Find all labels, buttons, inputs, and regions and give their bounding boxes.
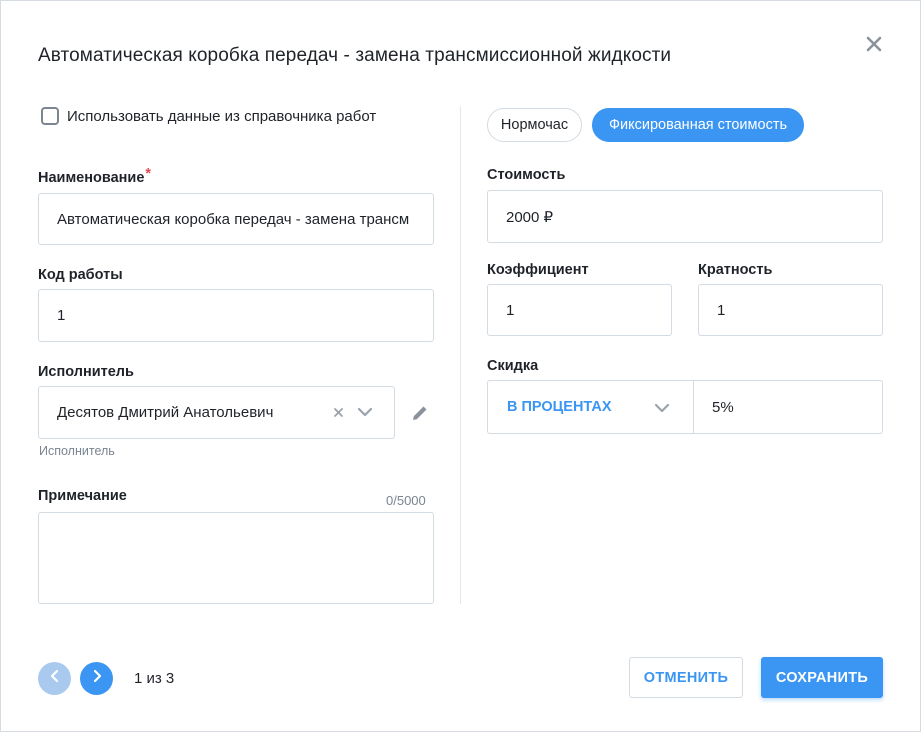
save-button[interactable]: СОХРАНИТЬ — [761, 657, 883, 698]
name-label-text: Наименование — [38, 170, 145, 186]
use-directory-checkbox[interactable] — [41, 107, 59, 125]
executor-label: Исполнитель — [38, 364, 134, 380]
discount-value-input[interactable]: 5% — [693, 380, 883, 434]
required-mark: * — [145, 166, 152, 182]
chevron-left-icon — [48, 668, 62, 689]
cost-input[interactable]: 2000 ₽ — [487, 190, 883, 243]
cancel-button[interactable]: ОТМЕНИТЬ — [629, 657, 743, 698]
coefficient-label: Коэффициент — [487, 262, 589, 278]
next-button[interactable] — [80, 662, 113, 695]
multiplicity-label: Кратность — [698, 262, 773, 278]
work-code-input[interactable]: 1 — [38, 289, 434, 342]
chevron-down-icon — [654, 401, 670, 415]
prev-button[interactable] — [38, 662, 71, 695]
cost-value: 2000 ₽ — [506, 208, 554, 226]
discount-type-value: В ПРОЦЕНТАХ — [507, 399, 612, 415]
note-label: Примечание — [38, 488, 127, 504]
name-label: Наименование* — [38, 166, 151, 186]
discount-value: 5% — [712, 398, 734, 416]
executor-hint: Исполнитель — [39, 444, 115, 458]
discount-type-select[interactable]: В ПРОЦЕНТАХ — [487, 380, 694, 434]
pagination-text: 1 из 3 — [134, 670, 175, 687]
work-code-value: 1 — [57, 307, 66, 324]
coefficient-input[interactable]: 1 — [487, 284, 672, 336]
multiplicity-value: 1 — [717, 301, 726, 319]
chevron-right-icon — [90, 668, 104, 689]
use-directory-checkbox-row[interactable]: Использовать данные из справочника работ — [41, 107, 376, 125]
note-textarea[interactable] — [38, 512, 434, 604]
name-input-value: Автоматическая коробка передач - замена … — [57, 210, 410, 228]
work-code-label: Код работы — [38, 267, 123, 283]
chevron-down-icon[interactable] — [357, 405, 373, 419]
use-directory-label: Использовать данные из справочника работ — [67, 107, 377, 125]
executor-value: Десятов Дмитрий Анатольевич — [57, 404, 274, 421]
tab-fixed-cost[interactable]: Фиксированная стоимость — [592, 108, 804, 142]
close-icon[interactable] — [863, 33, 885, 55]
multiplicity-input[interactable]: 1 — [698, 284, 883, 336]
executor-select-controls — [333, 405, 373, 419]
coefficient-value: 1 — [506, 301, 515, 319]
tab-normhour[interactable]: Нормочас — [487, 108, 582, 142]
dialog-title: Автоматическая коробка передач - замена … — [38, 45, 672, 66]
clear-icon[interactable] — [333, 405, 345, 419]
cost-label: Стоимость — [487, 167, 566, 183]
column-divider — [460, 106, 461, 604]
name-input[interactable]: Автоматическая коробка передач - замена … — [38, 193, 434, 245]
edit-pencil-icon[interactable] — [410, 403, 430, 423]
work-edit-dialog: Автоматическая коробка передач - замена … — [0, 0, 921, 732]
note-counter: 0/5000 — [386, 493, 426, 508]
discount-label: Скидка — [487, 358, 539, 374]
